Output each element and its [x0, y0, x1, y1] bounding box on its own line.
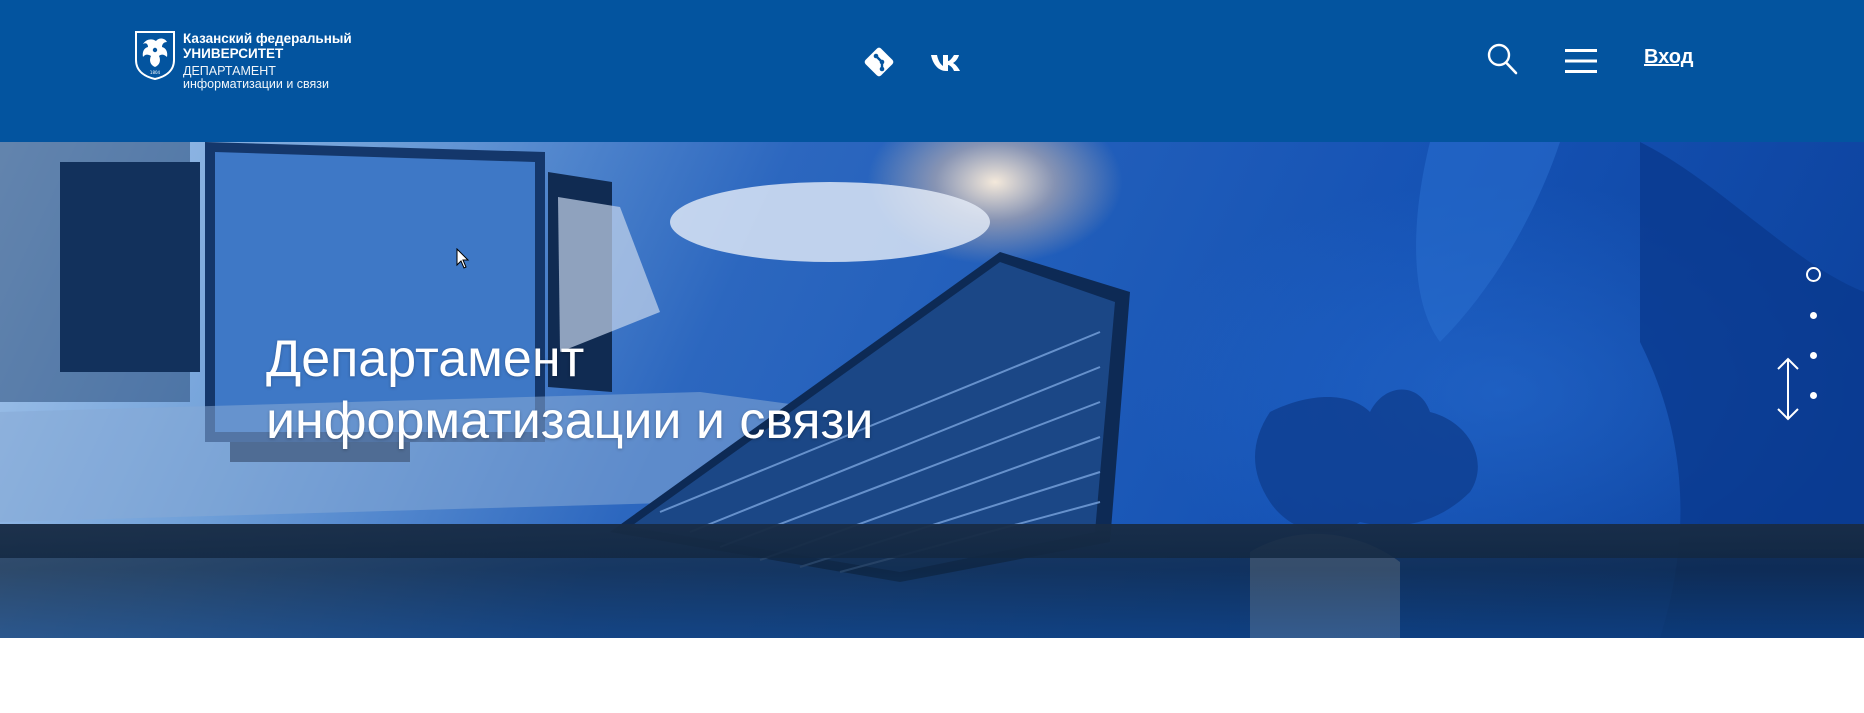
git-icon	[864, 47, 894, 77]
slider-dot-4[interactable]	[1810, 392, 1817, 399]
hamburger-menu-icon[interactable]	[1565, 47, 1597, 75]
logo-university-type: УНИВЕРСИТЕТ	[183, 46, 284, 61]
hero-title-line1: Департамент	[266, 330, 585, 388]
svg-text:1804: 1804	[150, 70, 161, 75]
university-logo[interactable]: 1804 Казанский федеральный УНИВЕРСИТЕТ Д…	[134, 30, 354, 94]
logo-department-subtitle: информатизации и связи	[183, 77, 330, 91]
git-link[interactable]	[862, 45, 896, 79]
site-header: 1804 Казанский федеральный УНИВЕРСИТЕТ Д…	[0, 0, 1864, 142]
kfu-emblem-icon: 1804	[135, 31, 175, 80]
vk-link[interactable]	[929, 45, 963, 79]
slider-dot-3[interactable]	[1810, 352, 1817, 359]
slider-dot-1[interactable]	[1806, 267, 1821, 282]
hero-bottom-shade	[0, 524, 1864, 638]
slider-dot-2[interactable]	[1810, 312, 1817, 319]
login-link[interactable]: Вход	[1644, 46, 1693, 69]
hero-title-line2: информатизации и связи	[266, 392, 874, 450]
search-icon[interactable]	[1486, 42, 1518, 76]
scroll-up-down-icon[interactable]	[1775, 356, 1801, 422]
hero-title: Департамент информатизации и связи	[266, 328, 873, 452]
hero-banner: Департамент информатизации и связи	[0, 142, 1864, 638]
vk-icon	[931, 55, 960, 71]
mouse-cursor-icon	[456, 248, 470, 269]
logo-university-name: Казанский федеральный	[183, 31, 352, 46]
